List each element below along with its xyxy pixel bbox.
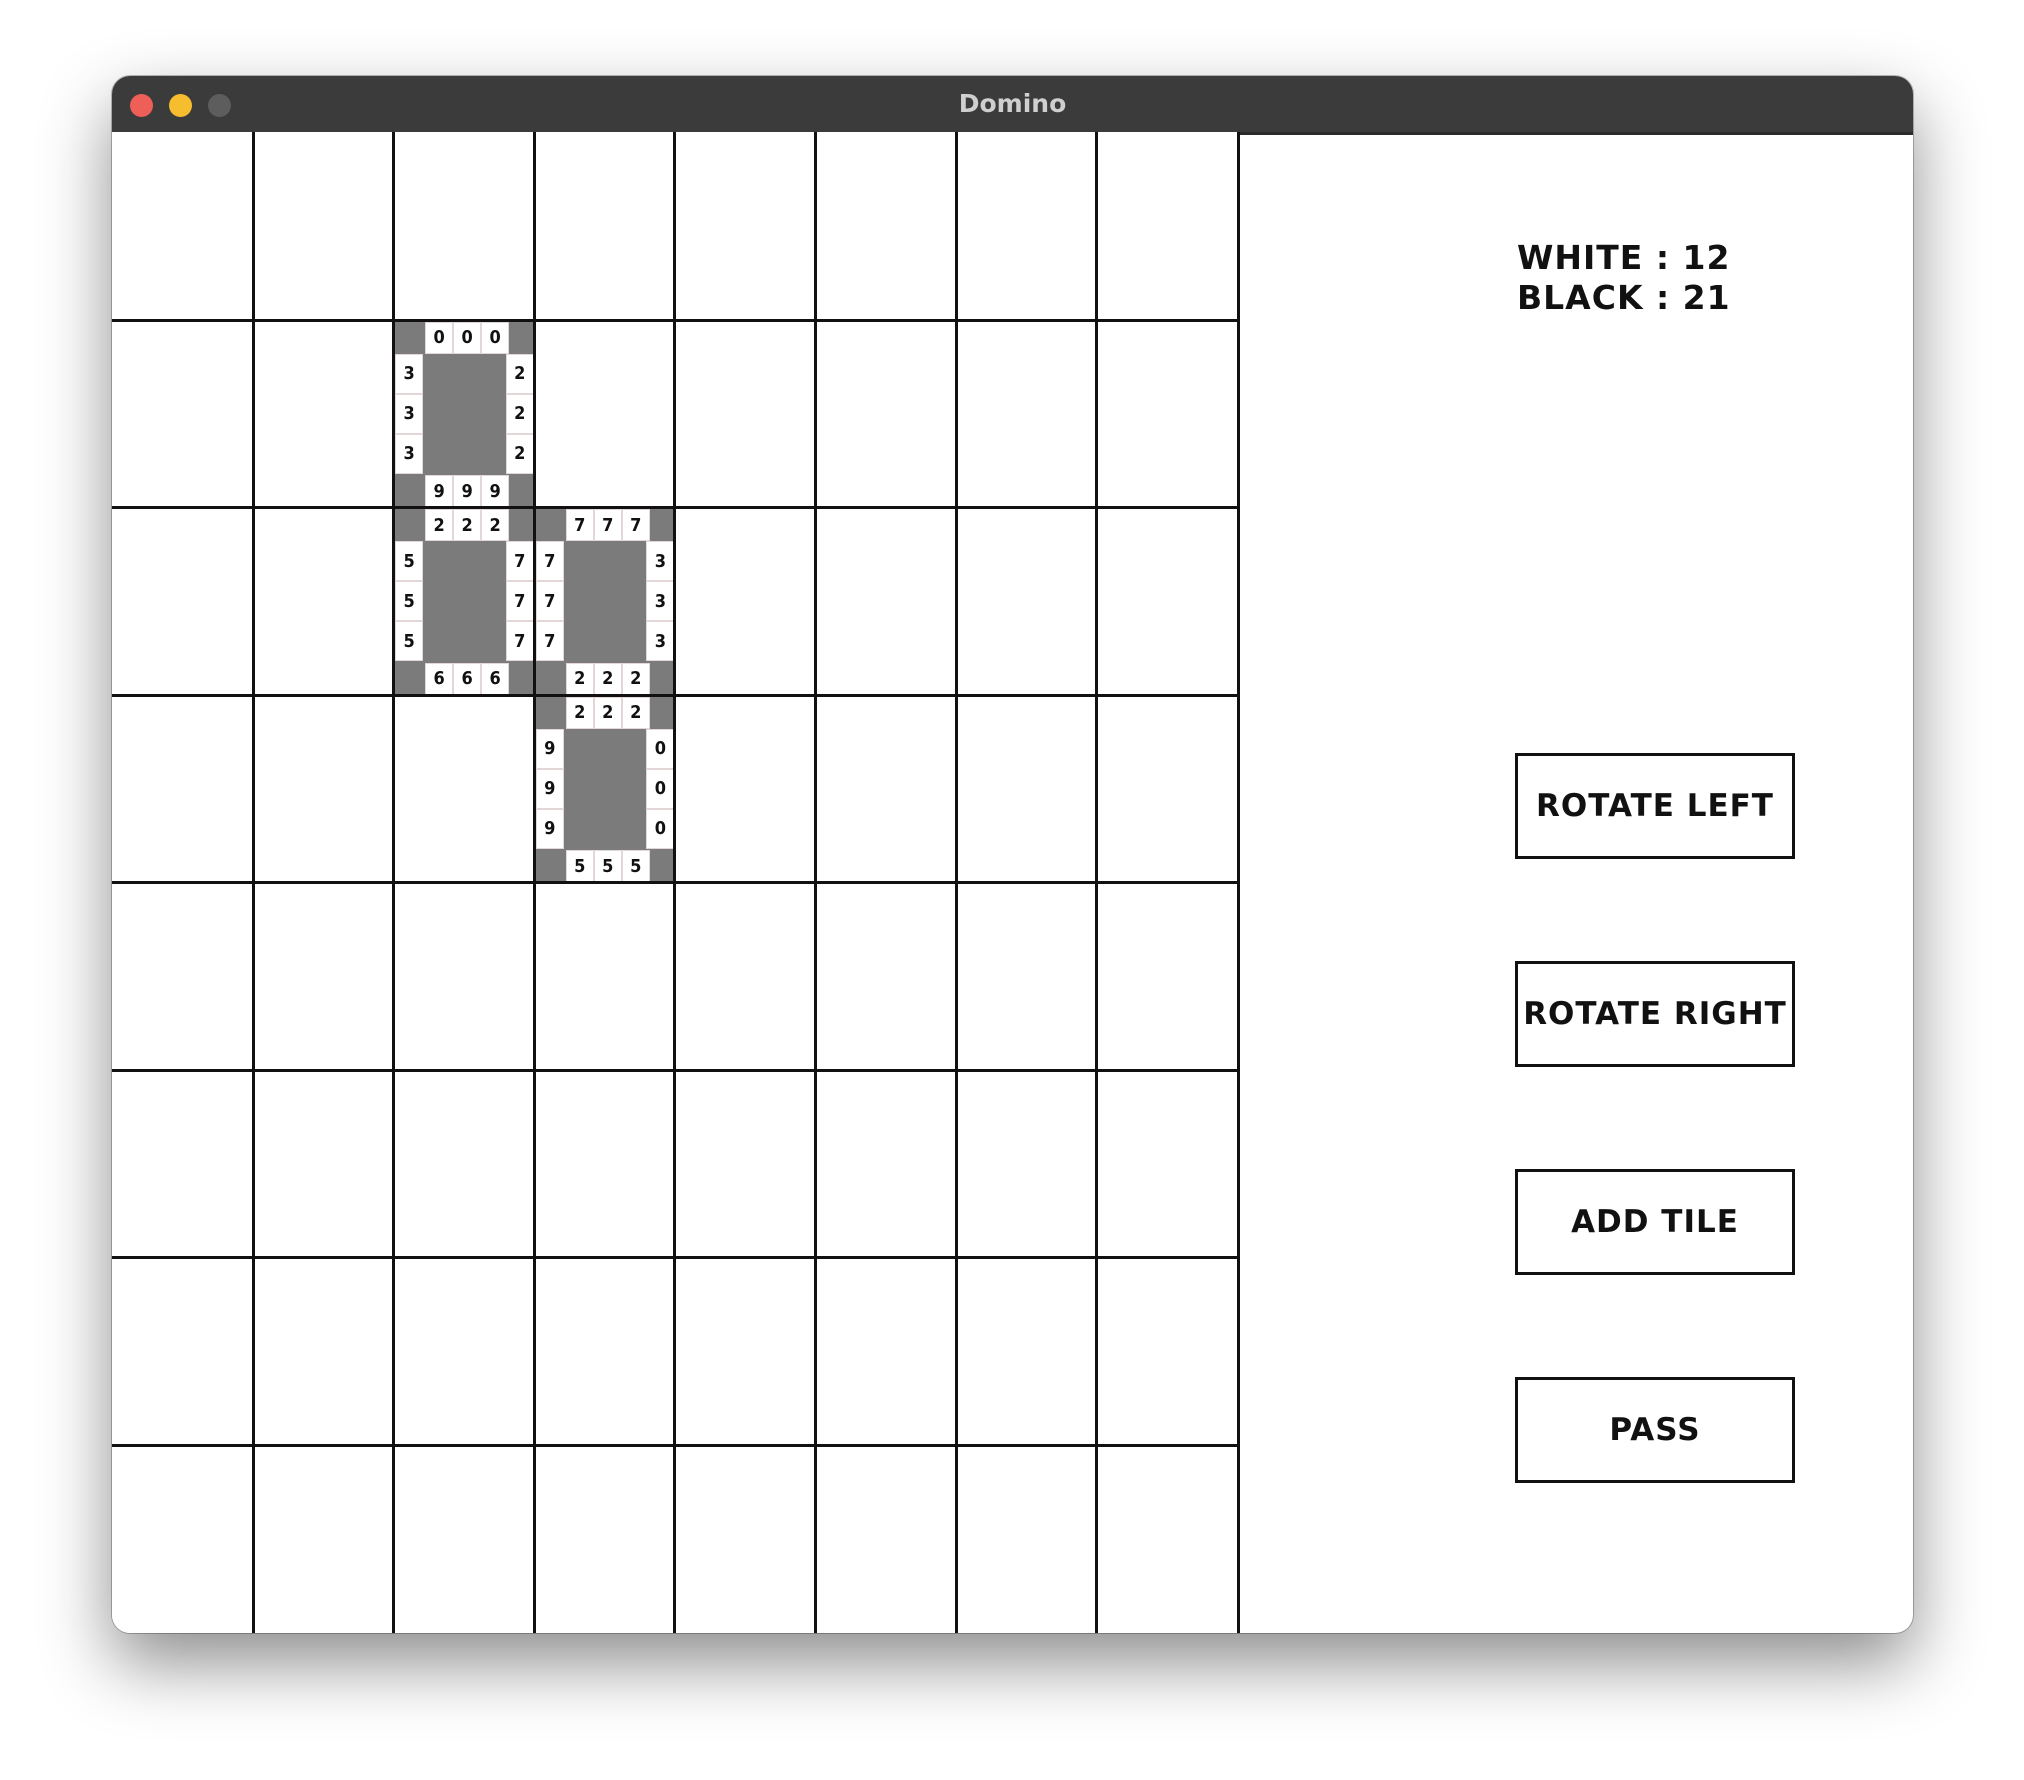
domino-tile[interactable]: 252525909090 — [535, 696, 675, 882]
add-tile-button[interactable]: ADD TILE — [1515, 1169, 1795, 1275]
tile-left-digit: 3 — [395, 353, 424, 394]
grid-col-line — [251, 132, 255, 1633]
tile-top-digit: 7 — [565, 509, 594, 541]
tile-top-digit: 2 — [425, 509, 454, 541]
tile-top-digit: 7 — [621, 509, 650, 541]
tile-top-digit: 2 — [481, 509, 510, 541]
tile-right-digit: 0 — [646, 768, 675, 809]
app-window: Domino 090909323232262626575757727272737… — [112, 76, 1913, 1633]
domino-tile[interactable]: 090909323232 — [395, 321, 534, 507]
tile-top-digit: 2 — [565, 696, 594, 729]
tile-right-digit: 3 — [646, 581, 675, 621]
game-board[interactable]: 0909093232322626265757577272727373732525… — [112, 132, 1240, 1633]
tile-bottom-digit: 6 — [453, 662, 482, 695]
tile-bottom-digit: 5 — [565, 850, 594, 882]
tile-right-digit: 0 — [646, 808, 675, 849]
panel-divider — [1240, 132, 1913, 135]
grid-col-line — [814, 132, 817, 1633]
tile-left-digit: 9 — [535, 768, 564, 809]
white-score: WHITE : 12 — [1517, 238, 1731, 277]
black-score: BLACK : 21 — [1517, 278, 1731, 317]
tile-right-digit: 7 — [505, 621, 534, 661]
domino-tile[interactable]: 727272737373 — [535, 509, 675, 695]
tile-top-digit: 0 — [481, 321, 510, 354]
tile-right-digit: 0 — [646, 728, 675, 769]
tile-right-digit: 2 — [505, 353, 534, 394]
tile-left-digit: 7 — [535, 541, 564, 581]
tile-left-digit: 7 — [535, 581, 564, 621]
rotate-right-button[interactable]: ROTATE RIGHT — [1515, 961, 1795, 1067]
tile-bottom-digit: 5 — [593, 850, 622, 882]
tile-left-digit: 3 — [395, 433, 424, 474]
tile-right-digit: 3 — [646, 541, 675, 581]
board-right-border — [1237, 132, 1240, 1633]
tile-left-digit: 5 — [395, 621, 424, 661]
tile-bottom-digit: 9 — [481, 475, 510, 507]
tile-left-digit: 7 — [535, 621, 564, 661]
score-panel: WHITE : 12 BLACK : 21 — [1517, 238, 1731, 318]
tile-right-digit: 7 — [505, 541, 534, 581]
tile-top-digit: 2 — [453, 509, 482, 541]
tile-top-digit: 0 — [425, 321, 454, 354]
window-title: Domino — [958, 89, 1067, 118]
tile-left-digit: 5 — [395, 581, 424, 621]
tile-bottom-digit: 9 — [453, 475, 482, 507]
tile-bottom-digit: 2 — [565, 662, 594, 695]
domino-tile[interactable]: 262626575757 — [395, 509, 534, 695]
tile-top-digit: 2 — [621, 696, 650, 729]
grid-col-line — [392, 132, 396, 1633]
tile-bottom-digit: 6 — [425, 662, 454, 695]
tile-top-digit: 0 — [453, 321, 482, 354]
tile-top-digit: 2 — [593, 696, 622, 729]
rotate-left-button[interactable]: ROTATE LEFT — [1515, 753, 1795, 859]
tile-left-digit: 9 — [535, 728, 564, 769]
pass-button[interactable]: PASS — [1515, 1377, 1795, 1483]
tile-left-digit: 9 — [535, 808, 564, 849]
tile-left-digit: 3 — [395, 393, 424, 434]
tile-right-digit: 7 — [505, 581, 534, 621]
tile-right-digit: 2 — [505, 393, 534, 434]
grid-col-line — [532, 132, 536, 1633]
title-bar: Domino — [112, 76, 1913, 132]
tile-bottom-digit: 5 — [621, 850, 650, 882]
grid-col-line — [954, 132, 958, 1633]
grid-col-line — [1095, 132, 1099, 1633]
tile-bottom-digit: 2 — [621, 662, 650, 695]
tile-bottom-digit: 9 — [425, 475, 454, 507]
grid-col-line — [673, 132, 677, 1633]
tile-bottom-digit: 6 — [481, 662, 510, 695]
tile-right-digit: 2 — [505, 433, 534, 474]
tile-left-digit: 5 — [395, 541, 424, 581]
tile-right-digit: 3 — [646, 621, 675, 661]
tile-top-digit: 7 — [593, 509, 622, 541]
tile-bottom-digit: 2 — [593, 662, 622, 695]
